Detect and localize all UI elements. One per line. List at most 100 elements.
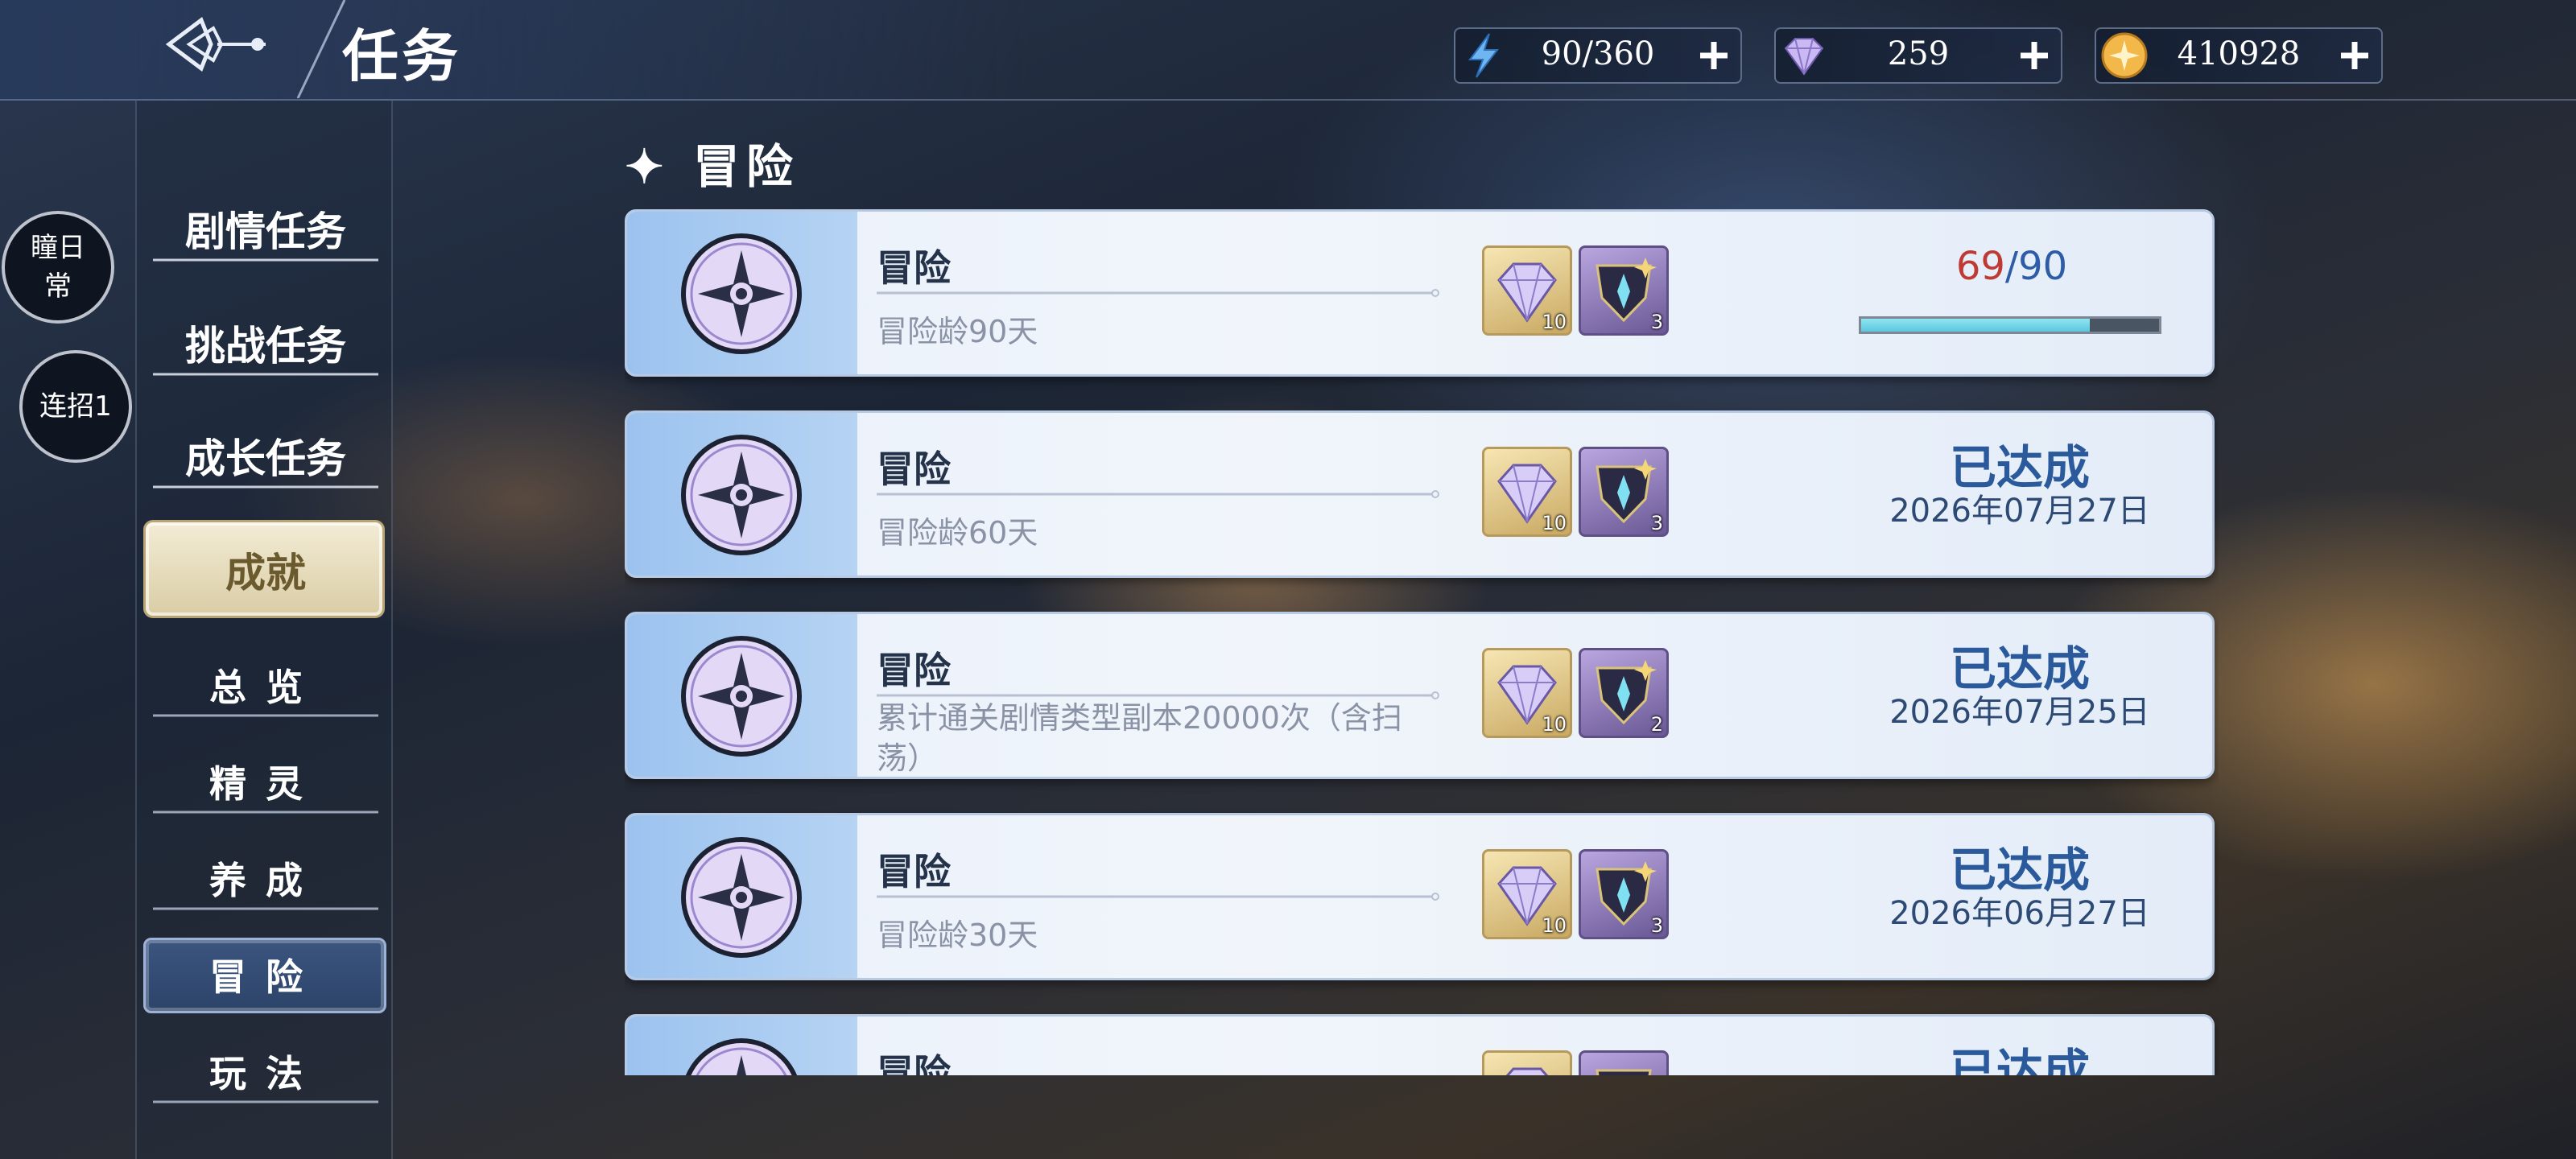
quest-description: 冒险龄90天 — [877, 314, 1038, 349]
reward-emblem[interactable]: 3 — [1579, 447, 1669, 537]
side-tab-daily[interactable]: 瞳日常 — [2, 211, 114, 324]
quest-progress: 69/90 — [1859, 244, 2165, 334]
quest-title: 冒险 — [877, 246, 951, 290]
gold-resource: 410928 — [2095, 27, 2383, 84]
quest-list[interactable]: 冒险 冒险龄90天 10 3 69/90 冒险 冒险龄60天 10 3 已达成 … — [625, 209, 2219, 1075]
quest-card[interactable]: 冒险 冒险龄90天 10 3 69/90 — [625, 209, 2215, 377]
reward-diamond[interactable]: 10 — [1482, 1050, 1572, 1075]
quest-title-underline — [877, 490, 1439, 498]
sparkle-icon: ✦ — [625, 139, 671, 194]
adventure-medal-icon — [681, 636, 802, 757]
quest-card[interactable]: 冒险 冒险龄30天 10 3 已达成 2026年06月27日 — [625, 813, 2215, 980]
quest-card[interactable]: 冒险 10 3 已达成 — [625, 1014, 2215, 1075]
reward-diamond[interactable]: 10 — [1482, 648, 1572, 738]
divider-ornament — [153, 258, 378, 262]
category-challenge-tasks[interactable]: 挑战任务 — [153, 314, 378, 386]
status-completed: 已达成 — [1949, 843, 2090, 897]
reward-diamond[interactable]: 10 — [1482, 245, 1572, 336]
divider-ornament — [153, 485, 378, 489]
add-energy-button[interactable] — [1692, 34, 1736, 77]
subcategory-adventure[interactable]: 冒险 — [153, 948, 378, 1013]
reward-emblem[interactable]: 3 — [1579, 1050, 1669, 1075]
subcategory-overview[interactable]: 总览 — [153, 658, 378, 723]
status-date: 2026年07月25日 — [1889, 694, 2150, 731]
reward-count: 3 — [1650, 311, 1663, 333]
adventure-medal-icon — [681, 837, 802, 958]
subcategory-label: 玩法 — [209, 1052, 322, 1095]
quest-title: 冒险 — [877, 1051, 951, 1075]
status-completed: 已达成 — [1949, 641, 2090, 696]
category-label: 成长任务 — [185, 435, 346, 482]
adventure-medal-icon — [681, 233, 802, 354]
diamond-icon — [1784, 38, 1824, 76]
reward-count: 10 — [1542, 512, 1567, 534]
divider-ornament — [153, 714, 378, 717]
category-label: 挑战任务 — [185, 322, 346, 369]
energy-icon — [1468, 33, 1500, 78]
diamond-reward-icon — [1505, 1067, 1549, 1075]
quest-status: 已达成 2026年07月25日 — [1835, 614, 2205, 730]
reward-emblem[interactable]: 2 — [1579, 648, 1669, 738]
subcategory-gameplay[interactable]: 玩法 — [153, 1045, 378, 1109]
title-divider-icon — [296, 0, 346, 98]
status-completed: 已达成 — [1949, 440, 2090, 495]
progress-bar-fill — [1861, 319, 2090, 332]
progress-max: 90 — [2018, 244, 2068, 289]
subcategory-label: 养成 — [209, 859, 322, 902]
divider-ornament — [153, 907, 378, 910]
category-growth-tasks[interactable]: 成长任务 — [153, 427, 378, 499]
adventure-medal-icon — [685, 1038, 798, 1075]
side-tab-label: 连招1 — [39, 390, 112, 423]
quest-description: 冒险龄30天 — [877, 918, 1038, 953]
quest-status: 已达成 — [1835, 1017, 2205, 1075]
reward-count: 10 — [1542, 311, 1567, 333]
task-emblem-icon — [165, 17, 266, 72]
diamond-value: 259 — [1887, 35, 1950, 72]
quest-card[interactable]: 冒险 累计通关剧情类型副本20000次（含扫荡） 10 2 已达成 2026年0… — [625, 612, 2215, 779]
reward-count: 10 — [1542, 914, 1567, 937]
energy-resource: 90/360 — [1454, 27, 1742, 84]
progress-separator: / — [2004, 244, 2019, 289]
quest-description: 累计通关剧情类型副本20000次（含扫荡） — [877, 700, 1402, 776]
reward-count: 2 — [1650, 713, 1663, 736]
subcategory-label: 总览 — [209, 666, 322, 709]
add-gold-button[interactable] — [2333, 34, 2376, 77]
quest-description: 冒险龄60天 — [877, 515, 1038, 551]
progress-bar — [1859, 316, 2161, 334]
divider-ornament — [153, 1100, 378, 1103]
category-story-tasks[interactable]: 剧情任务 — [153, 200, 378, 272]
status-date: 2026年06月27日 — [1889, 895, 2150, 932]
quest-status: 已达成 2026年07月27日 — [1835, 413, 2205, 529]
reward-emblem[interactable]: 3 — [1579, 849, 1669, 939]
gold-coin-icon — [2101, 32, 2148, 79]
status-completed: 已达成 — [1949, 1044, 2090, 1075]
energy-value: 90/360 — [1541, 35, 1655, 72]
emblem-reward-icon — [1596, 1069, 1652, 1075]
reward-count: 3 — [1650, 914, 1663, 937]
reward-count: 10 — [1542, 713, 1567, 736]
subcategory-spirits[interactable]: 精灵 — [153, 755, 378, 819]
reward-diamond[interactable]: 10 — [1482, 447, 1572, 537]
quest-status: 已达成 2026年06月27日 — [1835, 815, 2205, 931]
quest-card[interactable]: 冒险 冒险龄60天 10 3 已达成 2026年07月27日 — [625, 410, 2215, 578]
side-tab-label: 瞳日常 — [31, 232, 85, 303]
subcategory-label: 精灵 — [209, 762, 322, 806]
section-title: ✦ 冒险 — [625, 129, 799, 196]
subcategory-cultivation[interactable]: 养成 — [153, 852, 378, 916]
category-achievements[interactable]: 成就 — [153, 541, 378, 613]
reward-count: 3 — [1650, 512, 1663, 534]
adventure-medal-icon — [681, 435, 802, 555]
divider-ornament — [153, 373, 378, 376]
quest-title: 冒险 — [877, 649, 951, 692]
side-tab-combo[interactable]: 连招1 — [19, 350, 132, 463]
subcategory-label: 冒险 — [209, 955, 322, 999]
quest-title: 冒险 — [877, 448, 951, 491]
progress-text: 69/90 — [1859, 244, 2165, 289]
quest-title-underline — [877, 893, 1439, 901]
reward-diamond[interactable]: 10 — [1482, 849, 1572, 939]
reward-emblem[interactable]: 3 — [1579, 245, 1669, 336]
section-title-text: 冒险 — [692, 139, 799, 194]
add-diamond-button[interactable] — [2013, 34, 2056, 77]
category-label: 成就 — [225, 549, 306, 596]
diamond-resource: 259 — [1774, 27, 2062, 84]
